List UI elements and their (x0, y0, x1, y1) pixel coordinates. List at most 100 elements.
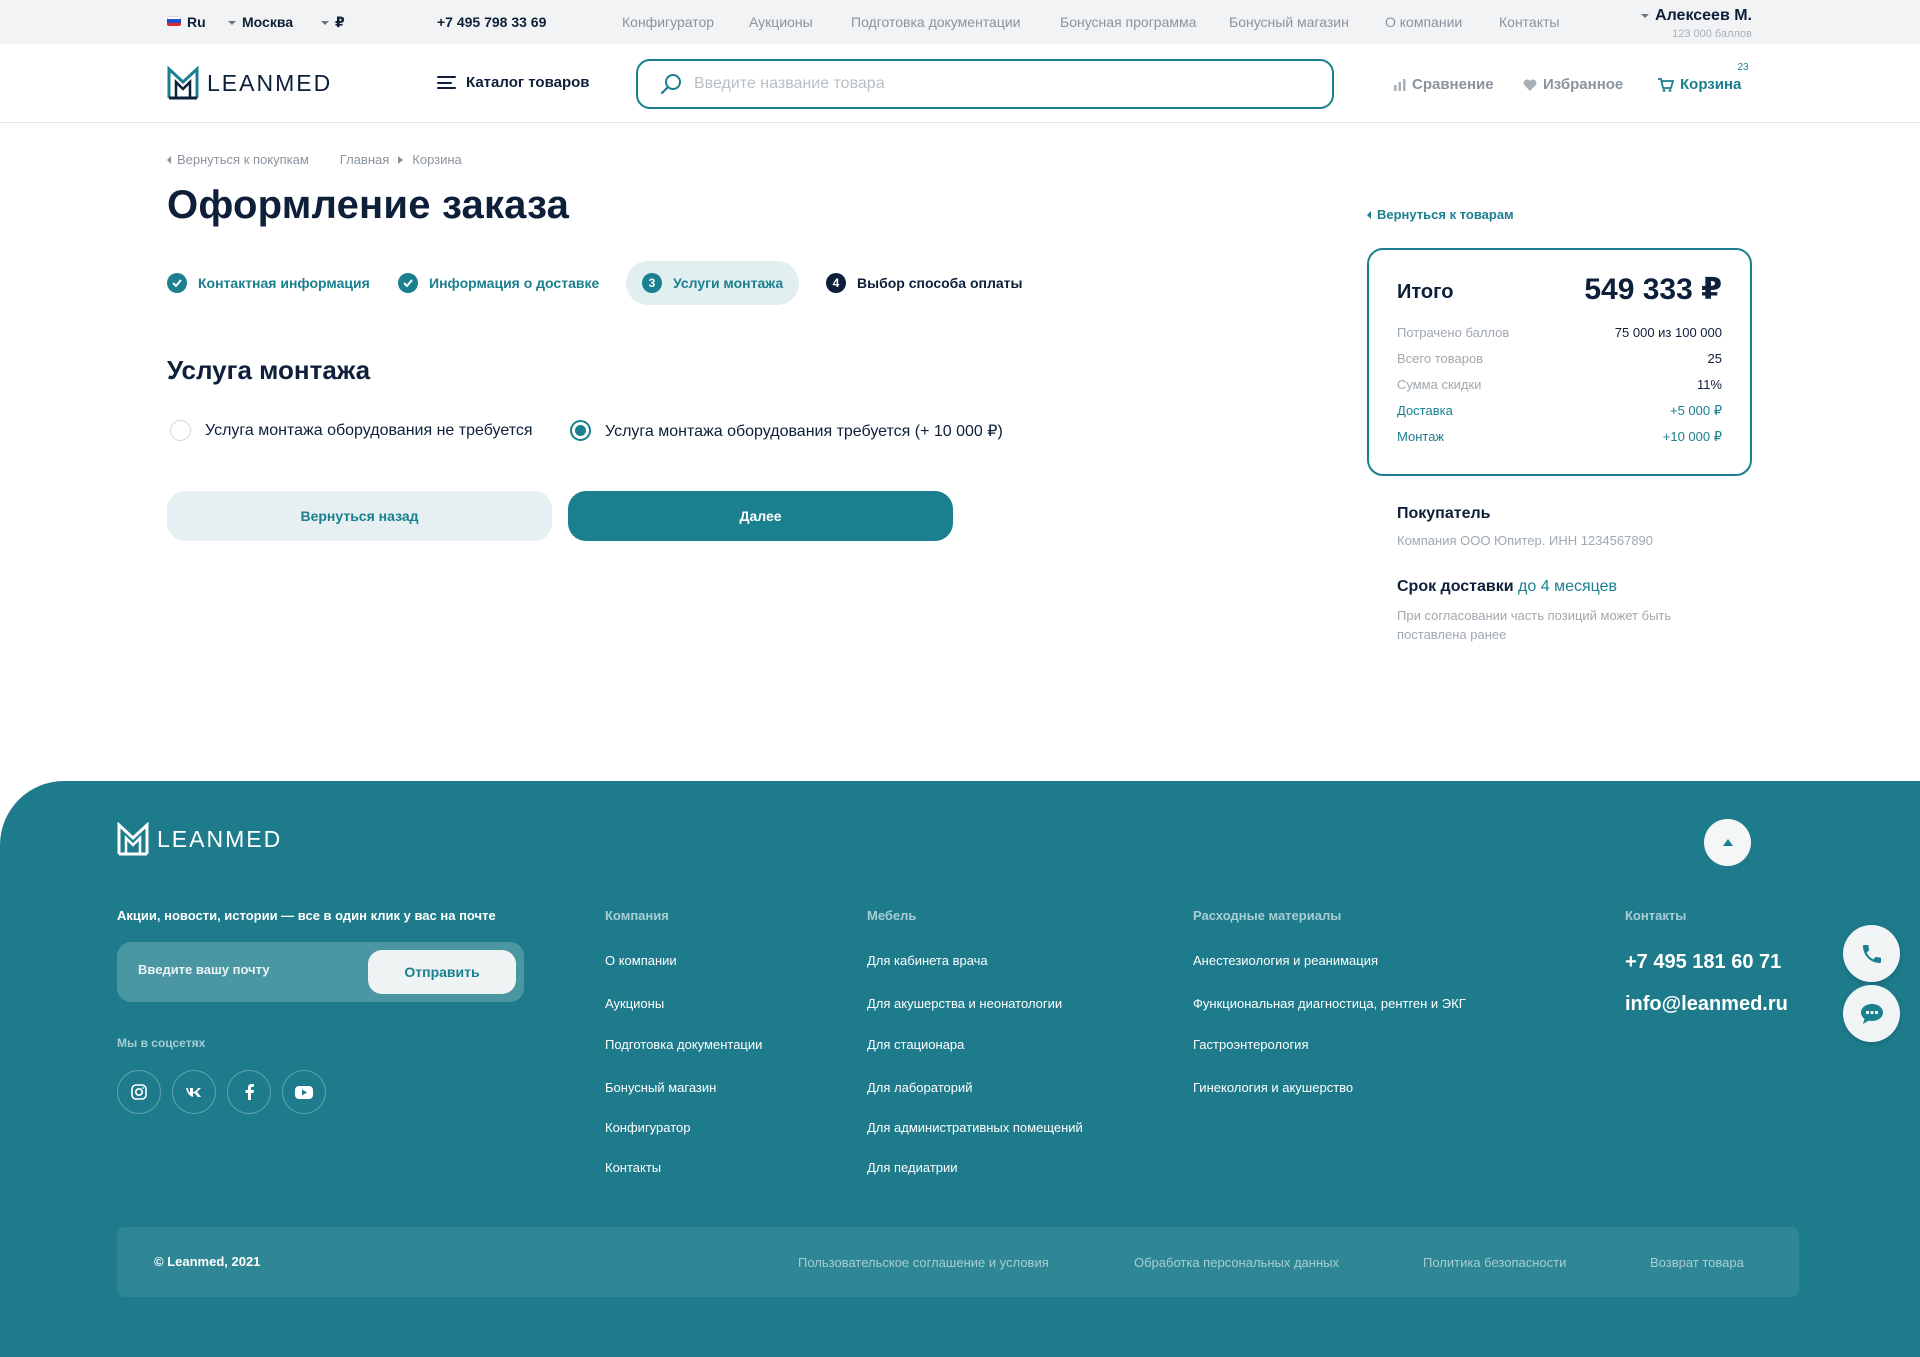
logo-text: LEANMED (157, 825, 283, 852)
language-selector[interactable]: Ru (187, 14, 206, 30)
footer-link[interactable]: О компании (605, 953, 677, 968)
footer-link[interactable]: Гинекология и акушерство (1193, 1080, 1353, 1095)
summary-row: Всего товаров 25 (1397, 351, 1722, 366)
footer-column-title-consumables: Расходные материалы (1193, 908, 1342, 923)
youtube-icon[interactable] (282, 1070, 326, 1114)
search-icon[interactable] (660, 73, 682, 95)
legal-link-security-policy[interactable]: Политика безопасности (1423, 1255, 1566, 1270)
city-selector[interactable]: Москва (228, 14, 293, 30)
radio-button[interactable] (570, 420, 591, 441)
footer-link[interactable]: Контакты (605, 1160, 661, 1175)
back-to-products-link[interactable]: Вернуться к товарам (1367, 207, 1514, 222)
page-title: Оформление заказа (167, 183, 570, 227)
radio-button[interactable] (170, 420, 191, 441)
top-bar: Ru Москва ₽ +7 495 798 33 69 Конфигурато… (0, 0, 1920, 44)
section-title: Услуга монтажа (167, 355, 371, 385)
top-nav-documentation[interactable]: Подготовка документации (851, 14, 1021, 30)
user-menu[interactable]: Алексеев М. (1641, 7, 1752, 25)
step-label: Контактная информация (198, 275, 370, 291)
footer-link[interactable]: Аукционы (605, 996, 664, 1011)
chat-button[interactable] (1843, 985, 1900, 1042)
currency-selector[interactable]: ₽ (321, 14, 345, 31)
summary-value: 75 000 из 100 000 (1614, 325, 1722, 340)
instagram-icon[interactable] (117, 1070, 161, 1114)
footer-phone-link[interactable]: +7 495 181 60 71 (1625, 951, 1781, 974)
legal-link-returns[interactable]: Возврат товара (1650, 1255, 1744, 1270)
buyer-title: Покупатель (1397, 505, 1491, 522)
footer-link[interactable]: Анестезиология и реанимация (1193, 953, 1378, 968)
back-to-shopping-link[interactable]: Вернуться к покупкам (177, 152, 309, 167)
top-phone-link[interactable]: +7 495 798 33 69 (437, 14, 546, 30)
breadcrumb-home[interactable]: Главная (340, 152, 389, 167)
delivery-title-label: Срок доставки (1397, 578, 1514, 595)
top-nav-configurator[interactable]: Конфигуратор (622, 14, 714, 30)
step-number: 4 (826, 273, 846, 293)
footer-link[interactable]: Для акушерства и неонатологии (867, 996, 1062, 1011)
footer-link[interactable]: Подготовка документации (605, 1037, 762, 1052)
chevron-down-icon (1641, 13, 1650, 18)
top-nav-contacts[interactable]: Контакты (1499, 14, 1559, 30)
call-button[interactable] (1843, 925, 1900, 982)
facebook-icon[interactable] (227, 1070, 271, 1114)
bar-chart-icon (1394, 78, 1406, 91)
footer-logo[interactable]: LEANMED (117, 822, 282, 856)
delivery-title: Срок доставки до 4 месяцев (1397, 578, 1617, 596)
step-label: Выбор способа оплаты (857, 275, 1023, 291)
summary-row: Сумма скидки 11% (1397, 377, 1722, 392)
check-icon (398, 273, 418, 293)
footer-link[interactable]: Для кабинета врача (867, 953, 988, 968)
cart-link[interactable]: Корзина (1658, 76, 1741, 93)
top-nav-about[interactable]: О компании (1385, 14, 1462, 30)
footer-email-link[interactable]: info@leanmed.ru (1625, 993, 1788, 1016)
summary-key: Доставка (1397, 403, 1453, 418)
top-nav-auctions[interactable]: Аукционы (749, 14, 813, 30)
heart-icon (1523, 78, 1537, 91)
step-installation[interactable]: 3 Услуги монтажа (626, 261, 800, 305)
breadcrumb: Вернуться к покупкам Главная Корзина (167, 152, 462, 167)
compare-link[interactable]: Сравнение (1394, 76, 1494, 93)
legal-link-personal-data[interactable]: Обработка персональных данных (1134, 1255, 1339, 1270)
catalog-button[interactable]: Каталог товаров (437, 74, 590, 91)
next-button[interactable]: Далее (568, 491, 953, 541)
top-nav-bonus-program[interactable]: Бонусная программа (1060, 14, 1196, 30)
check-icon (167, 273, 187, 293)
vk-icon[interactable] (172, 1070, 216, 1114)
radio-installation-required[interactable]: Услуга монтажа оборудования требуется (+… (570, 420, 1003, 441)
footer-link[interactable]: Конфигуратор (605, 1120, 690, 1135)
step-contact-info[interactable]: Контактная информация (167, 261, 370, 305)
back-to-products-label: Вернуться к товарам (1377, 207, 1514, 222)
radio-no-installation[interactable]: Услуга монтажа оборудования не требуется (170, 420, 533, 441)
back-button[interactable]: Вернуться назад (167, 491, 552, 541)
footer-link[interactable]: Для административных помещений (867, 1120, 1083, 1135)
chat-icon (1860, 1003, 1883, 1024)
footer-link[interactable]: Функциональная диагностица, рентген и ЭК… (1193, 996, 1466, 1011)
summary-value: +5 000 ₽ (1669, 403, 1722, 418)
email-field[interactable] (138, 962, 358, 977)
order-summary: Итого 549 333 ₽ Потрачено баллов 75 000 и… (1367, 248, 1752, 476)
favorites-label: Избранное (1543, 76, 1624, 93)
delivery-term: до 4 месяцев (1518, 578, 1618, 595)
send-button[interactable]: Отправить (368, 950, 516, 994)
breadcrumb-cart[interactable]: Корзина (412, 152, 462, 167)
footer-link[interactable]: Для лабораторий (867, 1080, 973, 1095)
search-input[interactable] (694, 75, 1294, 93)
arrow-right-icon (398, 155, 404, 164)
scroll-to-top-button[interactable] (1704, 819, 1751, 866)
chevron-down-icon (228, 21, 236, 26)
radio-label: Услуга монтажа оборудования не требуется (205, 421, 533, 439)
footer-link[interactable]: Гастроэнтерология (1193, 1037, 1308, 1052)
step-payment[interactable]: 4 Выбор способа оплаты (826, 261, 1022, 305)
summary-row: Доставка +5 000 ₽ (1397, 403, 1722, 419)
footer-link[interactable]: Для педиатрии (867, 1160, 958, 1175)
footer-link[interactable]: Бонусный магазин (605, 1080, 716, 1095)
step-label: Информация о доставке (429, 275, 600, 291)
favorites-link[interactable]: Избранное (1523, 76, 1623, 93)
logo[interactable]: LEANMED (167, 66, 332, 100)
summary-value: +10 000 ₽ (1662, 429, 1722, 444)
top-nav-bonus-shop[interactable]: Бонусный магазин (1229, 14, 1349, 30)
legal-link-terms[interactable]: Пользовательское соглашение и условия (798, 1255, 1049, 1270)
footer-column-title-contacts: Контакты (1625, 908, 1687, 923)
footer-link[interactable]: Для стационара (867, 1037, 964, 1052)
step-number: 3 (642, 273, 662, 293)
step-delivery-info[interactable]: Информация о доставке (398, 261, 599, 305)
